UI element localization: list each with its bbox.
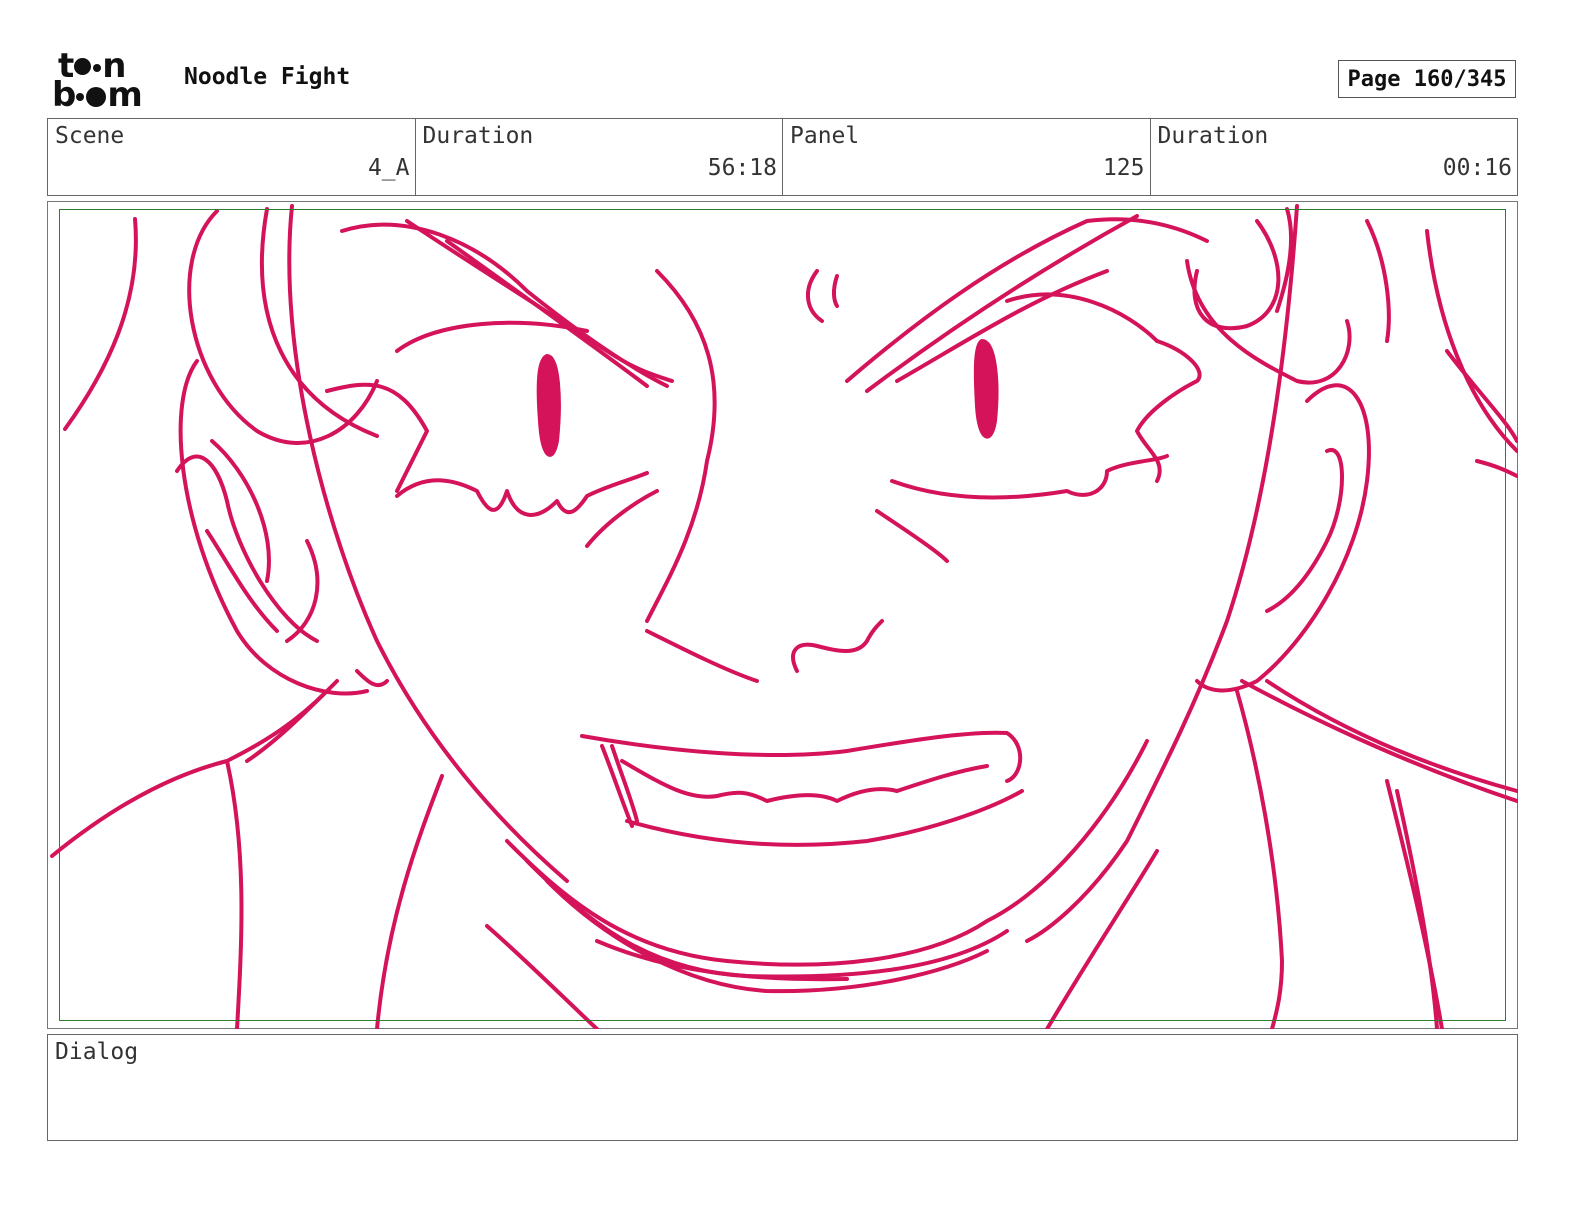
- scene-duration-label: Duration: [422, 123, 534, 149]
- scene-duration-value: 56:18: [707, 155, 777, 181]
- logo-bottom-row: b m: [52, 75, 143, 115]
- project-title: Noodle Fight: [184, 64, 351, 90]
- panel-duration-label: Duration: [1157, 123, 1269, 149]
- panel-duration-value: 00:16: [1442, 155, 1512, 181]
- scene-info-table: Scene 4_A Duration 56:18 Panel 125 Durat…: [47, 118, 1518, 196]
- logo-letter-b: b: [52, 75, 76, 115]
- scene-label: Scene: [55, 123, 125, 149]
- scene-cell: Scene 4_A: [48, 119, 416, 195]
- scene-value: 4_A: [367, 155, 410, 181]
- panel-duration-cell: Duration 00:16: [1151, 119, 1518, 195]
- toonboom-logo: t n b m: [52, 49, 164, 115]
- panel-label: Panel: [790, 123, 860, 149]
- panel-value: 125: [1102, 155, 1145, 181]
- scene-duration-cell: Duration 56:18: [416, 119, 783, 195]
- dialog-box[interactable]: Dialog: [47, 1034, 1518, 1141]
- page-indicator: Page 160/345: [1338, 60, 1516, 98]
- logo-dot-icon: [86, 87, 107, 107]
- logo-dot-icon: [76, 93, 85, 101]
- dialog-label: Dialog: [55, 1039, 139, 1065]
- logo-dot-icon: [93, 64, 102, 72]
- panel-cell: Panel 125: [783, 119, 1151, 195]
- logo-dot-icon: [74, 58, 92, 75]
- logo-letter-m: m: [107, 75, 142, 115]
- safe-frame: [59, 209, 1506, 1021]
